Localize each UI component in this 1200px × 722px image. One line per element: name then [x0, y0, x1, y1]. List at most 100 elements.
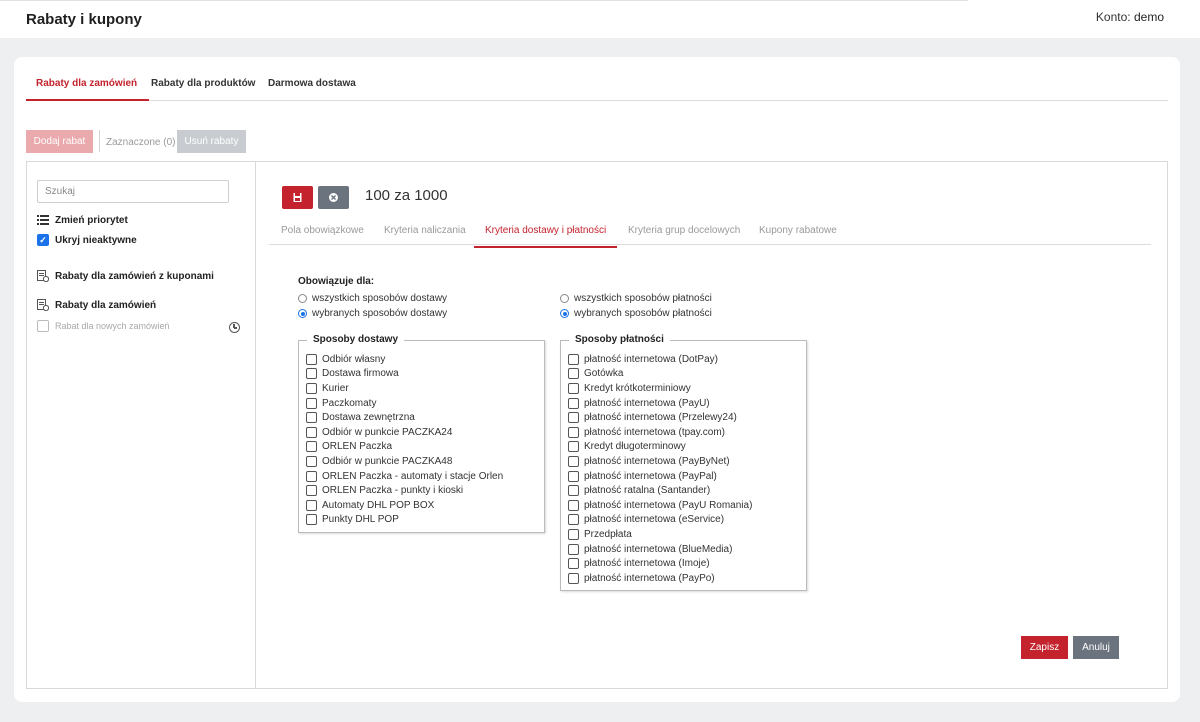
add-discount-button[interactable]: Dodaj rabat: [26, 130, 93, 153]
group-coupon-discounts[interactable]: Rabaty dla zamówień z kuponami: [37, 270, 214, 283]
method-checkbox[interactable]: [306, 368, 317, 380]
payment-method-item[interactable]: płatność internetowa (PayU): [568, 396, 752, 411]
shipping-method-item[interactable]: Odbiór w punkcie PACZKA24: [306, 425, 503, 440]
payment-method-item[interactable]: płatność internetowa (Imoje): [568, 556, 752, 571]
discount-list-icon: [37, 299, 50, 312]
change-priority-label: Zmień priorytet: [55, 214, 128, 226]
radio-icon[interactable]: [560, 294, 569, 303]
method-label: ORLEN Paczka - punkty i kioski: [322, 485, 464, 497]
search-input[interactable]: [37, 180, 229, 203]
method-checkbox[interactable]: [306, 441, 317, 453]
tab-delivery-payment-criteria[interactable]: Kryteria dostawy i płatności: [474, 225, 618, 248]
shipping-methods-list: Odbiór własny Dostawa firmowa Kurier Paczko…: [306, 352, 503, 527]
account-name[interactable]: demo: [1134, 10, 1164, 24]
method-checkbox[interactable]: [568, 426, 579, 438]
radio-all-payment[interactable]: wszystkich sposobów płatności: [560, 293, 712, 304]
radio-icon[interactable]: [298, 309, 307, 318]
method-checkbox[interactable]: [568, 382, 579, 394]
tab-accrual-criteria[interactable]: Kryteria naliczania: [384, 225, 466, 246]
item-checkbox[interactable]: [37, 320, 49, 332]
delete-discounts-button[interactable]: Usuń rabaty: [177, 130, 246, 153]
method-checkbox[interactable]: [306, 382, 317, 394]
method-checkbox[interactable]: [568, 470, 579, 482]
tab-target-group-criteria[interactable]: Kryteria grup docelowych: [628, 225, 740, 246]
method-checkbox[interactable]: [306, 353, 317, 365]
list-item-label: Rabat dla nowych zamówień: [55, 321, 170, 331]
account-info[interactable]: Konto: demo: [1096, 10, 1164, 24]
shipping-method-item[interactable]: Dostawa firmowa: [306, 367, 503, 382]
shipping-method-item[interactable]: Kurier: [306, 381, 503, 396]
method-checkbox[interactable]: [306, 514, 317, 526]
method-label: płatność internetowa (eService): [584, 514, 725, 526]
payment-method-item[interactable]: płatność internetowa (Przelewy24): [568, 410, 752, 425]
method-checkbox[interactable]: [568, 543, 579, 555]
cancel-button[interactable]: Anuluj: [1073, 636, 1119, 659]
method-checkbox[interactable]: [568, 397, 579, 409]
method-checkbox[interactable]: [306, 412, 317, 424]
radio-all-shipping[interactable]: wszystkich sposobów dostawy: [298, 293, 447, 304]
payment-method-item[interactable]: płatność internetowa (eService): [568, 513, 752, 528]
shipping-methods-group: Sposoby dostawy Odbiór własny Dostawa fir…: [298, 334, 545, 533]
discount-list-icon: [37, 270, 50, 283]
payment-method-item[interactable]: Kredyt długoterminowy: [568, 440, 752, 455]
change-priority-button[interactable]: Zmień priorytet: [37, 214, 128, 226]
payment-method-item[interactable]: płatność internetowa (BlueMedia): [568, 542, 752, 557]
tab-required-fields[interactable]: Pola obowiązkowe: [281, 225, 364, 246]
shipping-method-item[interactable]: ORLEN Paczka - automaty i stacje Orlen: [306, 469, 503, 484]
tab-discount-coupons[interactable]: Kupony rabatowe: [759, 225, 837, 246]
close-icon-button[interactable]: [318, 186, 349, 209]
method-checkbox[interactable]: [568, 558, 579, 570]
list-icon: [37, 214, 49, 226]
shipping-method-item[interactable]: Paczkomaty: [306, 396, 503, 411]
method-checkbox[interactable]: [306, 485, 317, 497]
method-label: Odbiór w punkcie PACZKA48: [322, 455, 453, 467]
payment-method-item[interactable]: płatność internetowa (PayPo): [568, 571, 752, 586]
tab-order-discounts[interactable]: Rabaty dla zamówień: [26, 78, 150, 101]
method-checkbox[interactable]: [568, 412, 579, 424]
list-item[interactable]: Rabat dla nowych zamówień: [37, 320, 170, 332]
method-checkbox[interactable]: [568, 441, 579, 453]
shipping-method-item[interactable]: ORLEN Paczka: [306, 440, 503, 455]
tab-product-discounts[interactable]: Rabaty dla produktów: [151, 78, 255, 99]
tab-free-shipping[interactable]: Darmowa dostawa: [268, 78, 356, 99]
method-label: płatność internetowa (BlueMedia): [584, 543, 733, 555]
payment-method-item[interactable]: płatność internetowa (PayPal): [568, 469, 752, 484]
payment-method-item[interactable]: Przedpłata: [568, 527, 752, 542]
method-checkbox[interactable]: [306, 470, 317, 482]
method-checkbox[interactable]: [568, 353, 579, 365]
radio-icon[interactable]: [298, 294, 307, 303]
shipping-method-item[interactable]: ORLEN Paczka - punkty i kioski: [306, 483, 503, 498]
method-checkbox[interactable]: [568, 514, 579, 526]
payment-method-item[interactable]: płatność ratalna (Santander): [568, 483, 752, 498]
method-checkbox[interactable]: [306, 499, 317, 511]
payment-method-item[interactable]: płatność internetowa (PayByNet): [568, 454, 752, 469]
shipping-method-item[interactable]: Dostawa zewnętrzna: [306, 410, 503, 425]
save-icon-button[interactable]: [282, 186, 313, 209]
radio-icon[interactable]: [560, 309, 569, 318]
method-checkbox[interactable]: [568, 572, 579, 584]
hide-inactive-checkbox[interactable]: ✓ Ukryj nieaktywne: [37, 234, 137, 246]
shipping-method-item[interactable]: Odbiór w punkcie PACZKA48: [306, 454, 503, 469]
radio-label: wybranych sposobów dostawy: [312, 308, 448, 319]
method-checkbox[interactable]: [568, 528, 579, 540]
method-checkbox[interactable]: [568, 455, 579, 467]
payment-method-item[interactable]: Gotówka: [568, 367, 752, 382]
radio-selected-payment[interactable]: wybranych sposobów płatności: [560, 308, 712, 319]
shipping-method-item[interactable]: Odbiór własny: [306, 352, 503, 367]
checkmark-icon[interactable]: ✓: [37, 234, 49, 246]
method-checkbox[interactable]: [306, 397, 317, 409]
shipping-method-item[interactable]: Punkty DHL POP: [306, 513, 503, 528]
payment-method-item[interactable]: Kredyt krótkoterminiowy: [568, 381, 752, 396]
radio-selected-shipping[interactable]: wybranych sposobów dostawy: [298, 308, 447, 319]
payment-method-item[interactable]: płatność internetowa (tpay.com): [568, 425, 752, 440]
save-button[interactable]: Zapisz: [1021, 636, 1068, 659]
payment-method-item[interactable]: płatność internetowa (PayU Romania): [568, 498, 752, 513]
group-order-discounts[interactable]: Rabaty dla zamówień: [37, 299, 156, 312]
method-checkbox[interactable]: [568, 485, 579, 497]
method-checkbox[interactable]: [568, 499, 579, 511]
shipping-method-item[interactable]: Automaty DHL POP BOX: [306, 498, 503, 513]
method-checkbox[interactable]: [306, 426, 317, 438]
method-checkbox[interactable]: [568, 368, 579, 380]
method-checkbox[interactable]: [306, 455, 317, 467]
payment-method-item[interactable]: płatność internetowa (DotPay): [568, 352, 752, 367]
